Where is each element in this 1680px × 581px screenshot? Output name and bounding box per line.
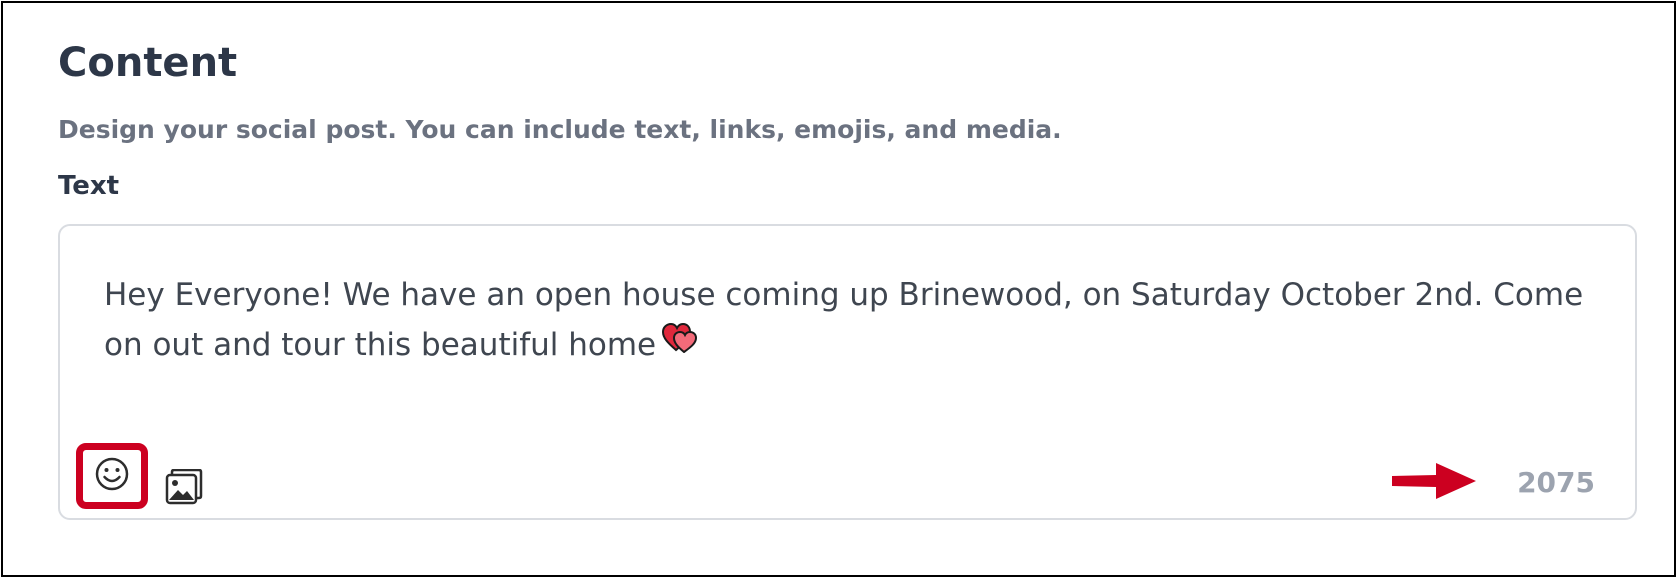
two-hearts-emoji-icon bbox=[662, 318, 698, 368]
add-media-button[interactable] bbox=[165, 468, 203, 505]
post-text-content[interactable]: Hey Everyone! We have an open house comi… bbox=[104, 270, 1584, 372]
character-count: 2075 bbox=[1517, 466, 1595, 499]
screenshot-frame: Content Design your social post. You can… bbox=[1, 1, 1676, 577]
section-title: Content bbox=[58, 40, 238, 86]
smiley-face-icon bbox=[94, 456, 130, 496]
image-gallery-icon bbox=[165, 468, 203, 509]
section-subtitle: Design your social post. You can include… bbox=[58, 115, 1062, 144]
emoji-button[interactable] bbox=[76, 443, 148, 509]
post-text-editor[interactable]: Hey Everyone! We have an open house comi… bbox=[58, 224, 1637, 520]
text-field-label: Text bbox=[58, 171, 120, 201]
post-text-value: Hey Everyone! We have an open house comi… bbox=[104, 277, 1584, 363]
annotation-arrow bbox=[1392, 461, 1476, 505]
